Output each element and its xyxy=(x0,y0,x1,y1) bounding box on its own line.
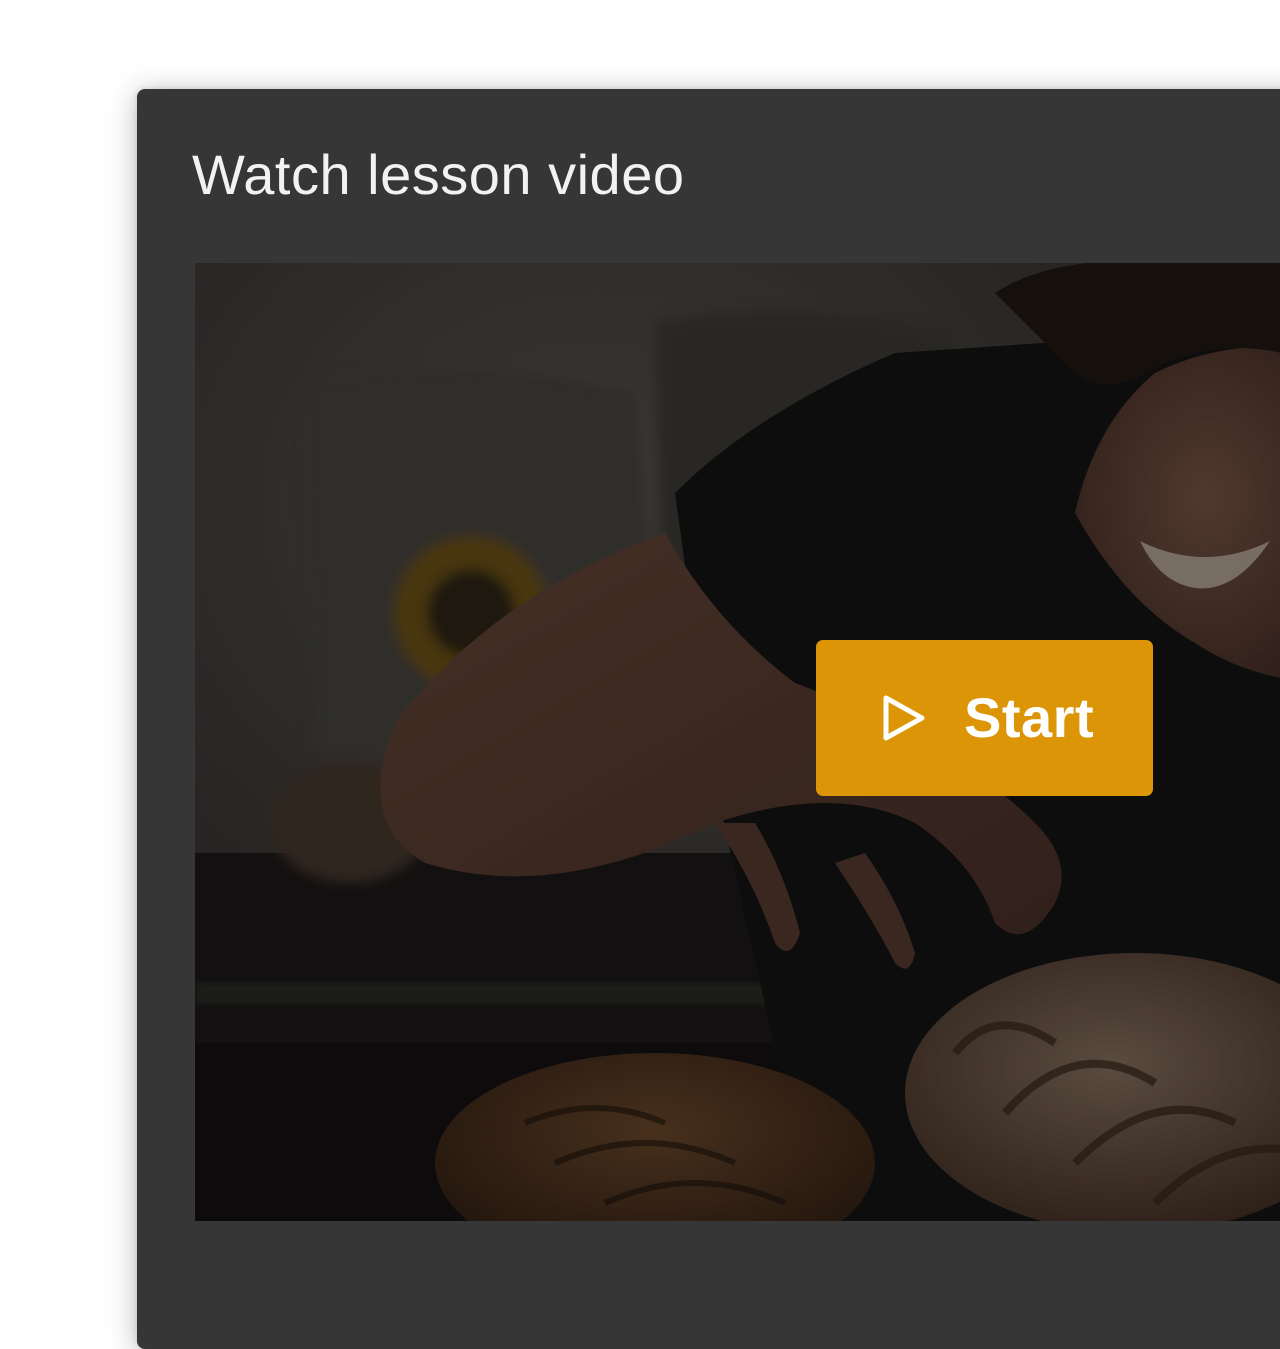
start-button-label: Start xyxy=(964,686,1095,749)
lesson-video-panel: Watch lesson video Start xyxy=(137,89,1280,1349)
panel-title: Watch lesson video xyxy=(192,143,685,206)
play-icon xyxy=(883,695,925,741)
video-player[interactable]: Start xyxy=(195,263,1280,1221)
start-button[interactable]: Start xyxy=(816,640,1153,796)
